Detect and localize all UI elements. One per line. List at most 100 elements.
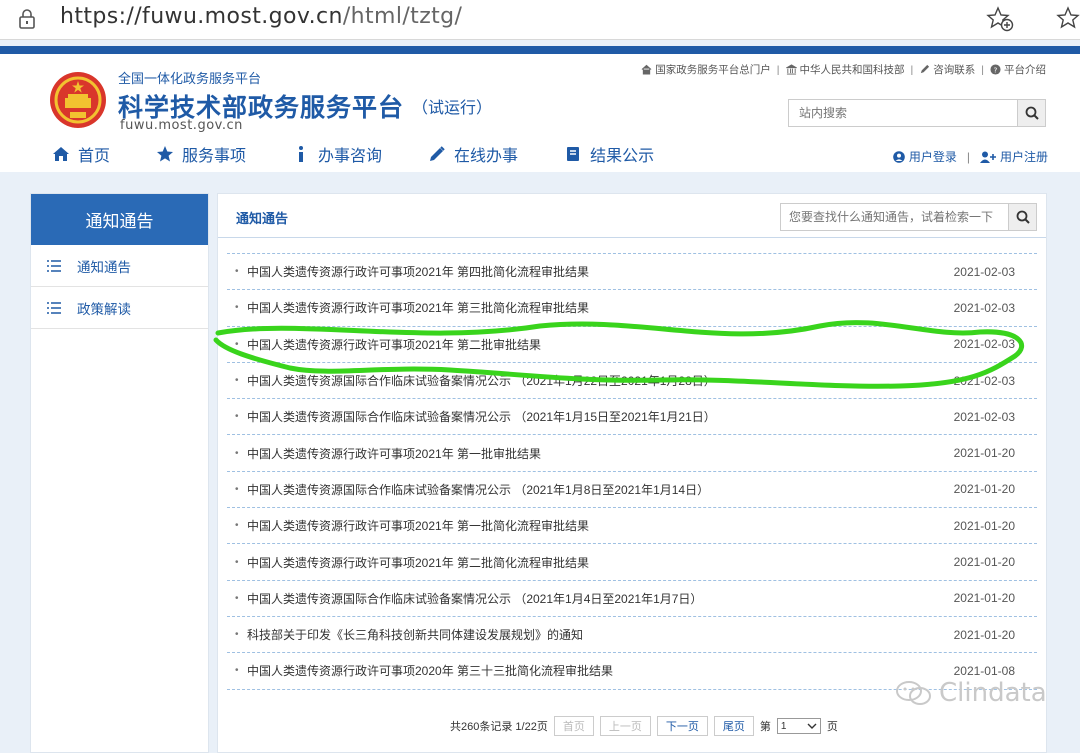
search-icon — [1025, 106, 1039, 120]
notice-date: 2021-01-20 — [953, 627, 1015, 642]
home-icon — [641, 64, 652, 75]
nav-consult[interactable]: 办事咨询 — [292, 142, 382, 166]
url-text[interactable]: https://fuwu.most.gov.cn/html/tztg/ — [60, 4, 462, 29]
bullet-icon: • — [235, 302, 239, 314]
site-trial-label: （试运行） — [412, 100, 493, 117]
prev-page-button[interactable]: 上一页 — [599, 716, 651, 736]
notice-row[interactable]: • 科技部关于印发《长三角科技创新共同体建设发展规划》的通知 2021-01-20 — [227, 617, 1037, 654]
site-search-input[interactable] — [789, 100, 1017, 126]
main-panel: 通知通告 • 中国人类遗传资源行政许可事项2021年 第四批简化流程审批结果 202… — [217, 193, 1047, 753]
notice-title[interactable]: 中国人类遗传资源行政许可事项2021年 第一批审批结果 — [247, 445, 541, 462]
nav-online-label: 在线办事 — [454, 148, 519, 165]
notice-search-box — [780, 203, 1037, 231]
register-link[interactable]: 用户注册 — [1000, 148, 1048, 165]
notice-date: 2021-01-20 — [953, 591, 1015, 606]
nav-services[interactable]: 服务事项 — [156, 142, 246, 166]
watermark: Clindata — [895, 678, 1047, 708]
sidebar-item-label: 政策解读 — [77, 301, 131, 317]
notice-title[interactable]: 中国人类遗传资源行政许可事项2021年 第二批审批结果 — [247, 336, 541, 353]
sidebar-item-policy[interactable]: 政策解读 — [31, 287, 208, 329]
sidebar: 通知通告 通知通告 政策解读 — [30, 193, 209, 753]
notice-row[interactable]: • 中国人类遗传资源国际合作临床试验备案情况公示 （2021年1月4日至2021年… — [227, 581, 1037, 617]
chevron-down-icon — [807, 723, 817, 729]
bullet-icon: • — [235, 266, 239, 278]
notice-row[interactable]: • 中国人类遗传资源行政许可事项2021年 第二批简化流程审批结果 2021-01-… — [227, 544, 1037, 581]
svg-text:?: ? — [994, 65, 998, 74]
nav-consult-label: 办事咨询 — [318, 148, 383, 165]
notice-title[interactable]: 中国人类遗传资源行政许可事项2021年 第二批简化流程审批结果 — [247, 554, 589, 571]
main-nav: 首页 服务事项 办事咨询 在线办事 结果公示 — [52, 142, 700, 166]
nav-results-label: 结果公示 — [590, 148, 655, 165]
user-links: 用户登录 | 用户注册 — [893, 148, 1048, 165]
pagination: 共260条记录 1/22页 首页 上一页 下一页 尾页 第 1 页 — [450, 716, 838, 736]
notice-row[interactable]: • 中国人类遗传资源国际合作临床试验备案情况公示 （2021年1月15日至2021… — [227, 399, 1037, 436]
first-page-button[interactable]: 首页 — [553, 716, 594, 736]
notice-row[interactable]: • 中国人类遗传资源行政许可事项2021年 第三批简化流程审批结果 2021-02-… — [227, 290, 1037, 327]
notice-title[interactable]: 中国人类遗传资源行政许可事项2021年 第四批简化流程审批结果 — [247, 263, 589, 280]
top-link-ministry[interactable]: 中华人民共和国科技部 — [785, 62, 905, 77]
top-link-contact[interactable]: 咨询联系 — [919, 62, 975, 77]
sidebar-item-notices[interactable]: 通知通告 — [31, 245, 208, 287]
top-link-ministry-label: 中华人民共和国科技部 — [799, 64, 905, 76]
top-link-contact-label: 咨询联系 — [933, 64, 976, 76]
top-link-about[interactable]: ? 平台介绍 — [990, 62, 1046, 77]
user-icon — [893, 150, 905, 163]
nav-services-label: 服务事项 — [182, 148, 247, 165]
nav-results[interactable]: 结果公示 — [564, 142, 654, 166]
pencil-icon — [430, 146, 445, 161]
watermark-text: Clindata — [939, 678, 1047, 708]
bullet-icon: • — [235, 447, 239, 459]
home-icon — [53, 147, 69, 161]
main-title: 通知通告 — [236, 211, 289, 226]
pencil-icon — [921, 64, 930, 74]
notice-title[interactable]: 科技部关于印发《长三角科技创新共同体建设发展规划》的通知 — [247, 626, 583, 643]
login-link[interactable]: 用户登录 — [909, 148, 957, 165]
star-icon — [157, 146, 174, 162]
national-emblem-icon[interactable] — [48, 70, 108, 130]
top-link-about-label: 平台介绍 — [1004, 64, 1046, 76]
site-search-box — [788, 99, 1046, 127]
page-suffix: 页 — [826, 721, 838, 733]
url-path: /html/tztg/ — [342, 4, 463, 29]
notice-title[interactable]: 中国人类遗传资源国际合作临床试验备案情况公示 （2021年1月15日至2021年… — [247, 408, 716, 425]
bullet-icon: • — [235, 483, 239, 495]
notice-date: 2021-01-20 — [953, 555, 1015, 570]
notice-search-input[interactable] — [781, 204, 1007, 230]
top-link-portal[interactable]: 国家政务服务平台总门户 — [641, 62, 771, 77]
site-search-button[interactable] — [1017, 100, 1045, 126]
info-icon — [299, 146, 304, 162]
nav-online[interactable]: 在线办事 — [428, 142, 518, 166]
search-icon — [1016, 210, 1030, 224]
document-icon — [567, 147, 580, 161]
nav-home[interactable]: 首页 — [52, 142, 110, 166]
notice-row[interactable]: • 中国人类遗传资源行政许可事项2021年 第二批审批结果 2021-02-03 — [227, 327, 1037, 363]
notice-title[interactable]: 中国人类遗传资源国际合作临床试验备案情况公示 （2021年1月8日至2021年1… — [247, 481, 709, 498]
notice-row[interactable]: • 中国人类遗传资源行政许可事项2021年 第四批简化流程审批结果 2021-02-… — [227, 254, 1037, 291]
page-select-value: 1 — [780, 720, 787, 732]
notice-title[interactable]: 中国人类遗传资源国际合作临床试验备案情况公示 （2021年1月4日至2021年1… — [247, 590, 702, 607]
wechat-icon — [896, 681, 931, 705]
favorites-icon[interactable] — [1056, 6, 1080, 32]
add-favorite-icon[interactable] — [986, 6, 1016, 32]
notice-title[interactable]: 中国人类遗传资源行政许可事项2021年 第一批简化流程审批结果 — [247, 517, 589, 534]
notice-title[interactable]: 中国人类遗传资源行政许可事项2021年 第三批简化流程审批结果 — [247, 299, 589, 316]
notice-row[interactable]: • 中国人类遗传资源国际合作临床试验备案情况公示 （2021年1月8日至2021年… — [227, 472, 1037, 509]
bullet-icon: • — [235, 592, 239, 604]
notice-title[interactable]: 中国人类遗传资源国际合作临床试验备案情况公示 （2021年1月22日至2021年… — [247, 372, 716, 389]
top-links: 国家政务服务平台总门户 | 中华人民共和国科技部 | 咨询联系 | ? 平台介绍 — [641, 62, 1046, 77]
notice-row[interactable]: • 中国人类遗传资源行政许可事项2021年 第一批简化流程审批结果 2021-01-… — [227, 508, 1037, 545]
top-accent-strip — [0, 46, 1080, 54]
lock-icon[interactable] — [18, 9, 36, 29]
page-select[interactable]: 1 — [776, 718, 821, 734]
last-page-button[interactable]: 尾页 — [713, 716, 754, 736]
next-page-button[interactable]: 下一页 — [656, 716, 708, 736]
notice-row[interactable]: • 中国人类遗传资源国际合作临床试验备案情况公示 （2021年1月22日至2021… — [227, 363, 1037, 400]
page-prefix: 第 — [759, 721, 771, 733]
notice-date: 2021-02-03 — [953, 409, 1015, 424]
notice-row[interactable]: • 中国人类遗传资源行政许可事项2021年 第一批审批结果 2021-01-20 — [227, 435, 1037, 472]
question-icon: ? — [990, 64, 1001, 75]
notice-search-button[interactable] — [1008, 204, 1036, 230]
bullet-icon: • — [235, 411, 239, 423]
notice-title[interactable]: 中国人类遗传资源行政许可事项2020年 第三十三批简化流程审批结果 — [247, 662, 613, 679]
pager-summary: 共260条记录 1/22页 — [450, 721, 548, 733]
